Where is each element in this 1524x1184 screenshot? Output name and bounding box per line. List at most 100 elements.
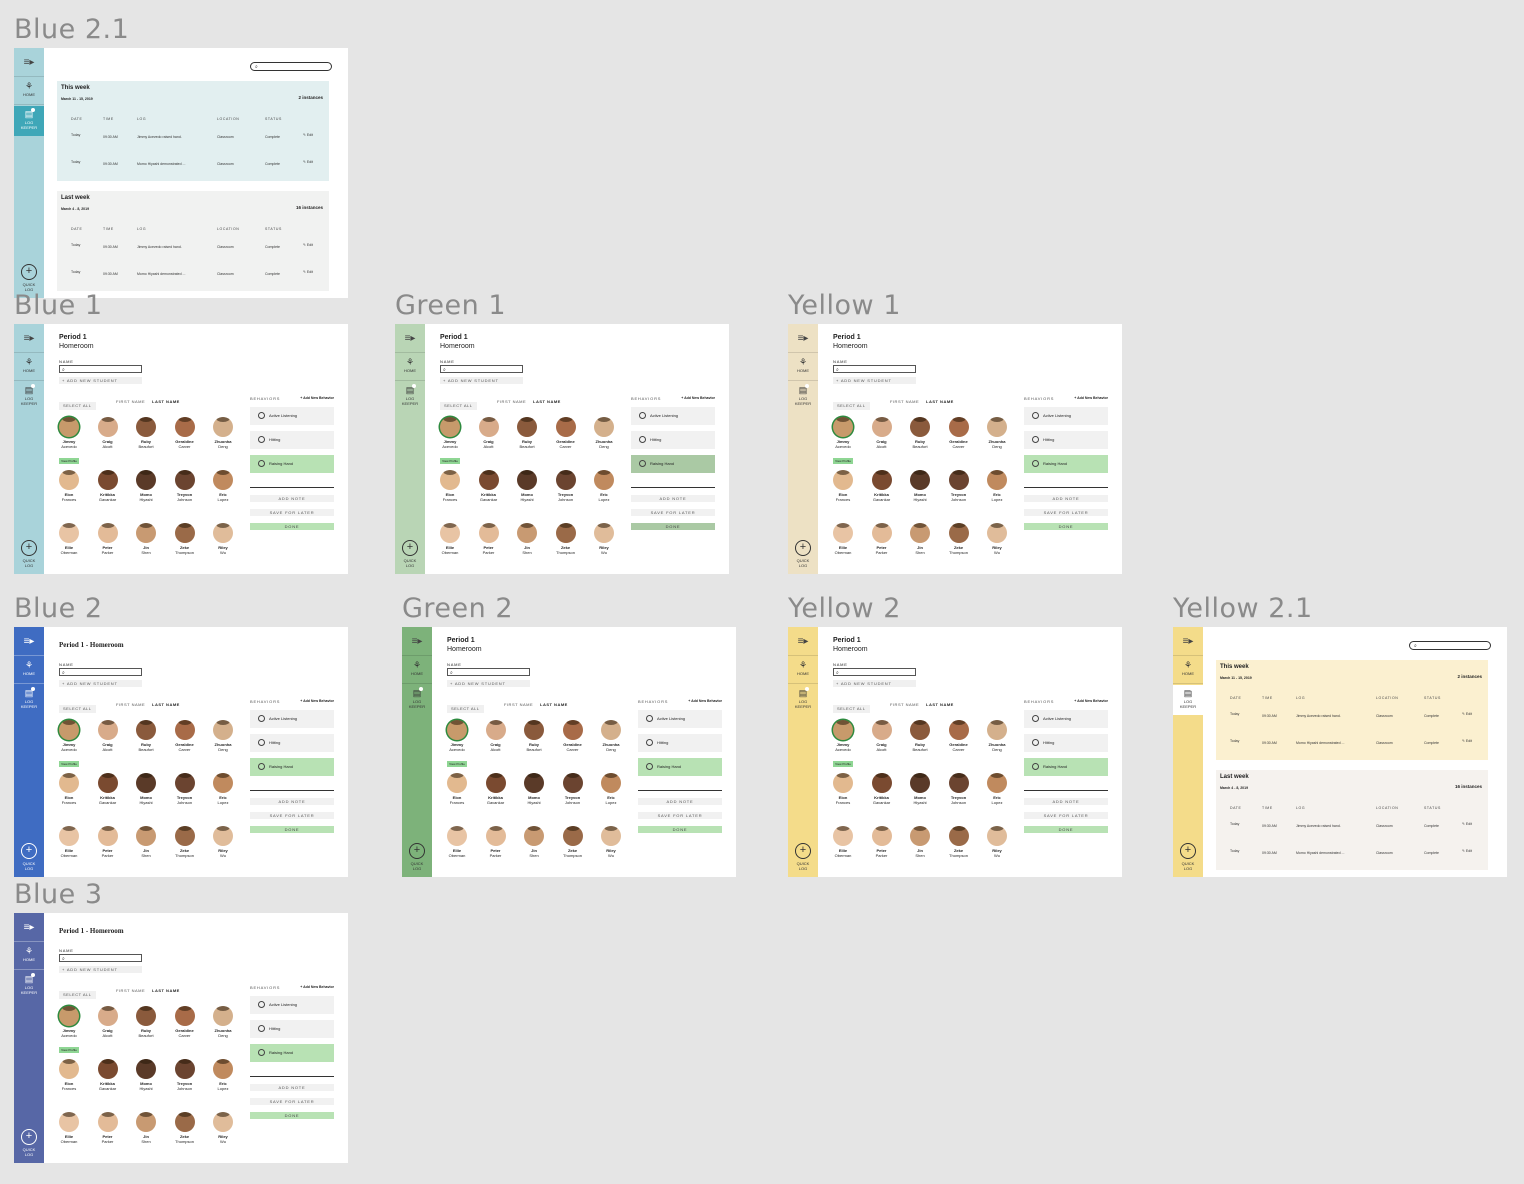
quick-log-button[interactable]: + QUICK LOG: [1173, 843, 1203, 871]
edit-button[interactable]: ✎ Edit: [303, 243, 313, 247]
name-search-input[interactable]: ⌕: [59, 668, 142, 676]
menu-icon[interactable]: ≡▸: [788, 627, 818, 656]
student-card[interactable]: Craig Alcott: [90, 1006, 126, 1038]
student-card[interactable]: Treyvon Johnson: [548, 470, 584, 502]
student-card[interactable]: Peter Parker: [90, 826, 126, 858]
done-button[interactable]: DONE: [250, 1112, 334, 1119]
behavior-item[interactable]: Raising Hand: [631, 455, 715, 473]
behavior-item[interactable]: Active Listening: [1024, 710, 1108, 728]
student-card[interactable]: Jin Shen: [128, 826, 164, 858]
name-search-input[interactable]: ⌕: [59, 954, 142, 962]
student-card[interactable]: Jimmy Acevedo View Profile: [825, 417, 861, 467]
edit-button[interactable]: ✎ Edit: [303, 160, 313, 164]
student-card[interactable]: Ruby Beaufort: [902, 417, 938, 449]
view-profile-button[interactable]: View Profile: [440, 458, 460, 464]
menu-icon[interactable]: ≡▸: [14, 324, 44, 353]
add-note-button[interactable]: ADD NOTE: [631, 495, 715, 502]
name-search-input[interactable]: ⌕: [833, 668, 916, 676]
column-header[interactable]: LOCATION: [1376, 806, 1398, 810]
student-card[interactable]: Riley Wu: [205, 826, 241, 858]
nav-home[interactable]: ⚘ HOME: [1173, 657, 1203, 684]
column-header[interactable]: DATE: [1230, 696, 1241, 700]
nav-log-keeper[interactable]: ▤ LOG KEEPER: [402, 685, 432, 715]
student-card[interactable]: Geraldine Carver: [548, 417, 584, 449]
student-card[interactable]: Momo Hiyashi: [509, 470, 545, 502]
nav-home[interactable]: ⚘ HOME: [14, 78, 44, 105]
quick-log-button[interactable]: + QUICK LOG: [14, 843, 44, 871]
sort-first-name[interactable]: FIRST NAME: [116, 703, 145, 707]
name-search-input[interactable]: ⌕: [440, 365, 523, 373]
nav-log-keeper[interactable]: ▤ LOG KEEPER: [788, 685, 818, 715]
student-card[interactable]: Peter Parker: [864, 826, 900, 858]
student-card[interactable]: Elon Frances: [825, 470, 861, 502]
student-card[interactable]: Elon Frances: [51, 773, 87, 805]
student-card[interactable]: Ellie Oberman: [432, 523, 468, 555]
sort-last-name[interactable]: LAST NAME: [152, 400, 180, 404]
student-card[interactable]: Ellie Oberman: [51, 523, 87, 555]
sort-last-name[interactable]: LAST NAME: [152, 703, 180, 707]
done-button[interactable]: DONE: [1024, 523, 1108, 530]
student-card[interactable]: Zeke Thompson: [167, 523, 203, 555]
student-card[interactable]: Jin Shen: [902, 826, 938, 858]
student-card[interactable]: Zhuonha Deng: [593, 720, 629, 752]
student-card[interactable]: Peter Parker: [471, 523, 507, 555]
select-all-button[interactable]: SELECT ALL: [833, 402, 870, 410]
student-card[interactable]: Jimmy Acevedo View Profile: [432, 417, 468, 467]
column-header[interactable]: LOG: [1296, 696, 1305, 700]
menu-icon[interactable]: ≡▸: [14, 913, 44, 942]
quick-log-button[interactable]: + QUICK LOG: [402, 843, 432, 871]
student-card[interactable]: Treyvon Johnson: [167, 1059, 203, 1091]
student-card[interactable]: Momo Hiyashi: [902, 470, 938, 502]
nav-home[interactable]: ⚘ HOME: [788, 354, 818, 381]
nav-home[interactable]: ⚘ HOME: [14, 657, 44, 684]
student-card[interactable]: Craig Alcott: [864, 417, 900, 449]
student-card[interactable]: Eric Lopez: [205, 773, 241, 805]
sort-last-name[interactable]: LAST NAME: [533, 400, 561, 404]
select-all-button[interactable]: SELECT ALL: [833, 705, 870, 713]
column-header[interactable]: LOG: [137, 117, 146, 121]
done-button[interactable]: DONE: [1024, 826, 1108, 833]
quick-log-button[interactable]: + QUICK LOG: [395, 540, 425, 568]
student-card[interactable]: Momo Hiyashi: [516, 773, 552, 805]
save-for-later-button[interactable]: SAVE FOR LATER: [250, 509, 334, 516]
student-card[interactable]: Riley Wu: [979, 523, 1015, 555]
add-behavior-button[interactable]: + Add New Behavior: [300, 985, 334, 989]
student-card[interactable]: Momo Hiyashi: [128, 1059, 164, 1091]
student-card[interactable]: Craig Alcott: [90, 417, 126, 449]
save-for-later-button[interactable]: SAVE FOR LATER: [250, 1098, 334, 1105]
behavior-item[interactable]: Active Listening: [638, 710, 722, 728]
student-card[interactable]: Eric Lopez: [979, 773, 1015, 805]
student-card[interactable]: Kritikka Gavankar: [864, 773, 900, 805]
student-card[interactable]: Craig Alcott: [478, 720, 514, 752]
behavior-item[interactable]: Hitting: [1024, 431, 1108, 449]
student-card[interactable]: Jimmy Acevedo View Profile: [51, 720, 87, 770]
done-button[interactable]: DONE: [250, 523, 334, 530]
save-for-later-button[interactable]: SAVE FOR LATER: [638, 812, 722, 819]
student-card[interactable]: Ruby Beaufort: [902, 720, 938, 752]
nav-home[interactable]: ⚘ HOME: [788, 657, 818, 684]
student-card[interactable]: Ellie Oberman: [51, 1112, 87, 1144]
student-card[interactable]: Ruby Beaufort: [128, 1006, 164, 1038]
student-card[interactable]: Zhuonha Deng: [586, 417, 622, 449]
student-card[interactable]: Treyvon Johnson: [941, 470, 977, 502]
student-card[interactable]: Jimmy Acevedo View Profile: [51, 417, 87, 467]
view-profile-button[interactable]: View Profile: [59, 458, 79, 464]
select-all-button[interactable]: SELECT ALL: [447, 705, 484, 713]
add-note-button[interactable]: ADD NOTE: [250, 798, 334, 805]
nav-log-keeper[interactable]: ▤ LOG KEEPER: [1173, 685, 1203, 715]
quick-log-button[interactable]: + QUICK LOG: [14, 540, 44, 568]
student-card[interactable]: Momo Hiyashi: [902, 773, 938, 805]
select-all-button[interactable]: SELECT ALL: [59, 991, 96, 999]
student-card[interactable]: Zeke Thompson: [555, 826, 591, 858]
student-card[interactable]: Peter Parker: [90, 1112, 126, 1144]
student-card[interactable]: Eric Lopez: [586, 470, 622, 502]
student-card[interactable]: Peter Parker: [90, 523, 126, 555]
sort-last-name[interactable]: LAST NAME: [926, 400, 954, 404]
nav-home[interactable]: ⚘ HOME: [14, 943, 44, 970]
behavior-item[interactable]: Active Listening: [250, 710, 334, 728]
nav-log-keeper[interactable]: ▤ LOG KEEPER: [14, 106, 44, 136]
edit-button[interactable]: ✎ Edit: [303, 270, 313, 274]
sort-last-name[interactable]: LAST NAME: [926, 703, 954, 707]
student-card[interactable]: Geraldine Carver: [941, 720, 977, 752]
behavior-item[interactable]: Active Listening: [1024, 407, 1108, 425]
